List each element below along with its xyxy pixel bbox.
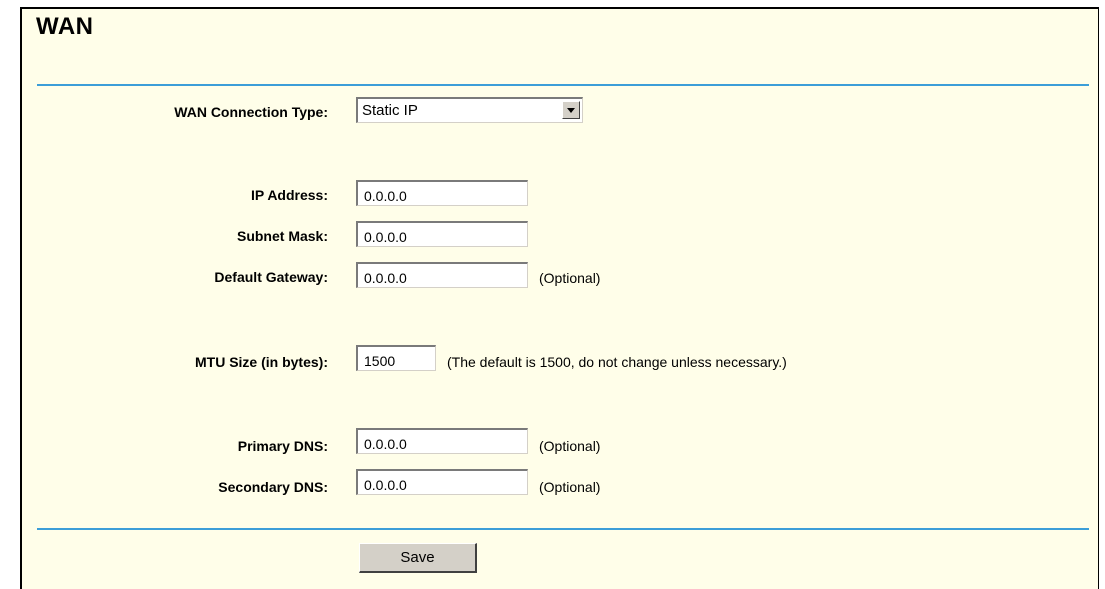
primary-dns-input[interactable] — [356, 428, 528, 454]
secondary-dns-note: (Optional) — [539, 479, 601, 495]
primary-dns-note: (Optional) — [539, 438, 601, 454]
primary-dns-label: Primary DNS: — [237, 438, 328, 454]
top-divider — [37, 84, 1089, 86]
page-title: WAN — [36, 13, 94, 40]
wan-settings-panel: WAN WAN Connection Type: Static IP IP Ad… — [20, 7, 1099, 589]
connection-type-label: WAN Connection Type: — [174, 104, 328, 120]
ip-address-input[interactable] — [356, 180, 528, 206]
subnet-mask-label: Subnet Mask: — [236, 228, 328, 244]
mtu-note: (The default is 1500, do not change unle… — [447, 354, 787, 370]
mtu-input[interactable] — [356, 345, 436, 371]
chevron-down-icon — [567, 108, 575, 113]
mtu-label: MTU Size (in bytes): — [194, 354, 328, 370]
default-gateway-note: (Optional) — [539, 270, 601, 286]
save-button[interactable]: Save — [359, 543, 477, 573]
connection-type-value: Static IP — [362, 102, 418, 119]
bottom-divider — [37, 528, 1089, 530]
ip-address-label: IP Address: — [250, 187, 328, 203]
secondary-dns-input[interactable] — [356, 469, 528, 495]
default-gateway-label: Default Gateway: — [214, 269, 328, 285]
default-gateway-input[interactable] — [356, 262, 528, 288]
secondary-dns-label: Secondary DNS: — [218, 479, 328, 495]
connection-type-select[interactable]: Static IP — [356, 97, 583, 123]
dropdown-button[interactable] — [562, 101, 580, 119]
subnet-mask-input[interactable] — [356, 221, 528, 247]
